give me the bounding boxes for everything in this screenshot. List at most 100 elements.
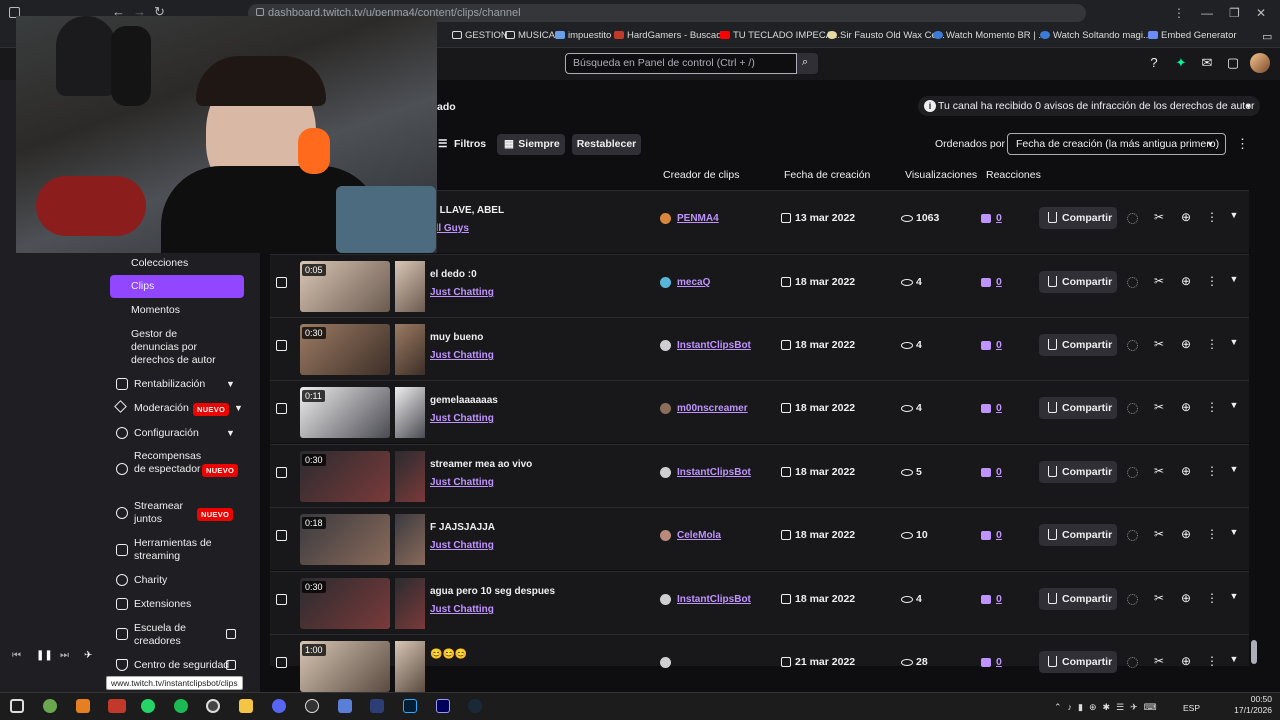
clip-title[interactable]: streamer mea ao vivo [430,459,532,470]
add-to-collection-icon[interactable]: ⊕ [1179,210,1193,224]
add-to-collection-icon[interactable]: ⊕ [1179,527,1193,541]
clip-thumbnail[interactable]: 0:05 [300,261,390,312]
steam-icon[interactable] [468,699,482,713]
app-icon[interactable] [338,699,352,713]
bookmark-hardgamers[interactable]: HardGamers - Buscad... [614,30,729,41]
search-input[interactable]: Búsqueda en Panel de control (Ctrl + /) [565,53,797,74]
sidebar-item-streaming-tools[interactable]: Herramientas de streaming [134,537,224,563]
app-icon[interactable] [43,699,57,713]
sidebar-item-moderation[interactable]: Moderación [134,402,189,415]
chevron-down-icon[interactable]: ▼ [1227,464,1241,474]
language-indicator[interactable]: ESP [1183,703,1200,713]
mute-icon[interactable]: ✈ [84,650,92,661]
table-row[interactable]: 0:05 el dedo :0 Just Chatting mecaQ 18 mar 2… [270,254,1249,317]
sidebar-item-clips[interactable]: Clips [110,275,244,298]
add-to-collection-icon[interactable]: ⊕ [1179,464,1193,478]
clip-title[interactable]: muy bueno [430,332,483,343]
add-to-collection-icon[interactable]: ⊕ [1179,591,1193,605]
clip-game-link[interactable]: Just Chatting [430,287,494,298]
sidebar-item-settings[interactable]: Configuración [134,427,199,440]
clip-creator-link[interactable]: InstantClipsBot [677,467,751,478]
row-checkbox[interactable] [276,530,287,541]
sidebar-item-copyright-manager[interactable]: Gestor de denuncias por derechos de auto… [110,328,220,367]
edit-clip-scissors-icon[interactable]: ✂ [1152,464,1166,478]
pause-icon[interactable]: ❚❚ [36,650,53,661]
share-button[interactable]: Compartir [1039,524,1117,546]
premiere-icon[interactable] [436,699,450,713]
maximize-icon[interactable]: ❐ [1229,6,1240,20]
clip-reactions[interactable]: 0 [996,656,1002,668]
clip-title[interactable]: gemelaaaaaas [430,395,498,406]
clip-game-link[interactable]: Just Chatting [430,540,494,551]
edit-clip-scissors-icon[interactable]: ✂ [1152,210,1166,224]
clip-creator-link[interactable]: m00nscreamer [677,403,748,414]
clip-title[interactable]: agua pero 10 seg despues [430,586,555,597]
clip-creator-link[interactable]: mecaQ [677,277,710,288]
chevron-down-icon[interactable]: ▼ [234,403,243,413]
bookmark-sir-fausto[interactable]: Sir Fausto Old Wax Ce... [827,30,945,41]
reset-button[interactable]: Restablecer [572,134,641,155]
sidebar-item-stream-together[interactable]: Streamear juntos [134,500,194,526]
minimize-icon[interactable]: — [1201,6,1213,20]
chevron-down-icon[interactable]: ▼ [1227,400,1241,410]
sidebar-item-safety-center[interactable]: Centro de seguridad [134,659,229,672]
period-button[interactable]: ▦ Siempre [497,134,565,155]
edit-clip-scissors-icon[interactable]: ✂ [1152,274,1166,288]
sidebar-item-collections[interactable]: Colecciones [110,257,244,270]
scrollbar-thumb[interactable] [1251,640,1257,664]
chevron-down-icon[interactable]: ▼ [1227,274,1241,284]
photoshop-icon[interactable] [403,699,417,713]
share-button[interactable]: Compartir [1039,207,1117,229]
bookmark-momento-br[interactable]: Watch Momento BR | ... [933,30,1046,41]
clip-title[interactable]: A LLAVE, ABEL [430,205,504,216]
column-views[interactable]: Visualizaciones [905,169,977,181]
sidebar-item-charity[interactable]: Charity [134,574,167,587]
next-track-icon[interactable]: ⏭ [60,650,69,661]
add-to-collection-icon[interactable]: ⊕ [1179,274,1193,288]
share-button[interactable]: Compartir [1039,271,1117,293]
filters-button[interactable]: ☰ Filtros [432,134,492,155]
table-row[interactable]: 0:18 F JAJSJAJJA Just Chatting CeleMola 18 m… [270,507,1249,570]
clip-reactions[interactable]: 0 [996,529,1002,541]
bookmark-soltando[interactable]: Watch Soltando magi... [1040,30,1151,41]
clip-creator-link[interactable]: InstantClipsBot [677,594,751,605]
app-icon[interactable] [305,699,319,713]
clip-creator-link[interactable]: PENMA4 [677,213,719,224]
more-options-icon[interactable]: ⋮ [1205,654,1219,668]
discord-icon[interactable] [272,699,286,713]
row-checkbox[interactable] [276,467,287,478]
table-row[interactable]: 1:00 😊😊😊 21 mar 2022 28 0 Compartir ✂ ⊕ ⋮ ▼ [270,634,1249,692]
row-checkbox[interactable] [276,277,287,288]
clip-thumbnail[interactable]: 0:18 [300,514,390,565]
clip-thumbnail[interactable]: 1:00 [300,641,390,692]
whispers-icon[interactable]: ▢ [1225,55,1241,71]
add-to-collection-icon[interactable]: ⊕ [1179,654,1193,668]
menu-icon[interactable]: ⋮ [1173,6,1185,20]
site-info-icon[interactable] [256,8,264,16]
more-options-icon[interactable]: ⋮ [1236,136,1249,152]
stream-status-icon[interactable]: ✦ [1173,55,1189,71]
table-row[interactable]: 0:30 streamer mea ao vivo Just Chatting Ins… [270,444,1249,507]
column-date[interactable]: Fecha de creación [784,169,870,181]
sidebar-item-moments[interactable]: Momentos [110,304,244,317]
edit-clip-scissors-icon[interactable]: ✂ [1152,654,1166,668]
clip-reactions[interactable]: 0 [996,212,1002,224]
bookmark-musica[interactable]: MUSICA [505,30,555,41]
app-icon[interactable] [76,699,90,713]
edit-clip-scissors-icon[interactable]: ✂ [1152,591,1166,605]
add-to-collection-icon[interactable]: ⊕ [1179,400,1193,414]
clip-creator-link[interactable]: CeleMola [677,530,721,541]
windows-start-icon[interactable] [10,699,24,713]
clip-thumbnail[interactable]: 0:11 [300,387,390,438]
app-icon[interactable] [108,699,126,713]
copyright-notice[interactable]: i Tu canal ha recibido 0 avisos de infrac… [918,96,1260,116]
share-button[interactable]: Compartir [1039,588,1117,610]
clock[interactable]: 00:50 17/1/2026 [1234,694,1272,716]
clip-thumbnail[interactable]: 0:30 [300,451,390,502]
all-bookmarks-icon[interactable]: ▭ [1262,30,1272,43]
column-creator[interactable]: Creador de clips [663,169,739,181]
chevron-down-icon[interactable]: ▼ [1227,337,1241,347]
tray-icons[interactable]: ⌃♪▮⊕✱☰✈⌨ [1054,702,1163,713]
edit-clip-scissors-icon[interactable]: ✂ [1152,337,1166,351]
share-button[interactable]: Compartir [1039,651,1117,673]
